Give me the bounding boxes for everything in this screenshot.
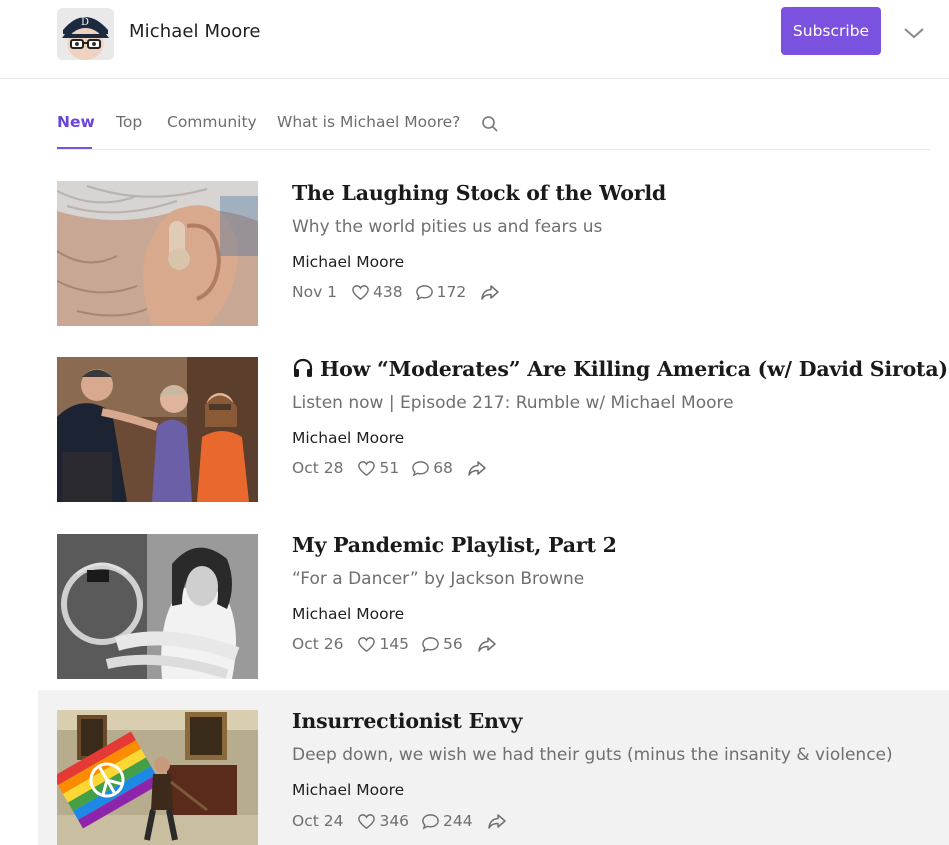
comment-count: 56 [443,635,463,653]
post-author[interactable]: Michael Moore [292,429,404,447]
post-title[interactable]: My Pandemic Playlist, Part 2 [292,533,617,557]
svg-text:D: D [81,17,89,28]
post-meta: Nov 1 438 172 [292,281,500,303]
active-tab-indicator [57,147,92,149]
share-icon[interactable] [477,634,497,654]
like-count: 145 [379,635,410,653]
post-title[interactable]: How “Moderates” Are Killing America (w/ … [292,357,948,381]
post-item[interactable]: The Laughing Stock of the World Why the … [38,170,949,345]
post-date: Oct 24 [292,812,344,830]
post-title[interactable]: The Laughing Stock of the World [292,181,666,205]
heart-icon[interactable] [357,812,376,831]
subscribe-button[interactable]: Subscribe [781,7,881,55]
comment-icon[interactable] [411,459,430,478]
headphones-icon [293,358,313,377]
post-title[interactable]: Insurrectionist Envy [292,709,522,733]
like-count: 438 [373,283,403,301]
comment-icon[interactable] [421,635,440,654]
chevron-down-icon[interactable] [902,24,926,42]
post-meta: Oct 28 51 68 [292,457,487,479]
post-subtitle[interactable]: Why the world pities us and fears us [292,217,602,237]
post-thumbnail[interactable] [57,710,258,845]
post-item[interactable]: My Pandemic Playlist, Part 2 “For a Danc… [38,522,949,697]
share-icon[interactable] [467,458,487,478]
post-thumbnail[interactable] [57,357,258,502]
post-meta: Oct 26 145 56 [292,633,497,655]
tab-about[interactable]: What is Michael Moore? [277,113,460,131]
post-item[interactable]: How “Moderates” Are Killing America (w/ … [38,346,949,521]
publication-avatar[interactable]: D [57,8,114,60]
comment-count: 68 [433,459,453,477]
post-meta: Oct 24 346 244 [292,810,507,832]
tab-top[interactable]: Top [116,113,142,131]
post-date: Oct 28 [292,459,344,477]
post-thumbnail[interactable] [57,534,258,679]
share-icon[interactable] [487,811,507,831]
publication-name[interactable]: Michael Moore [129,21,261,42]
comment-icon[interactable] [415,283,434,302]
site-header: D Michael Moore Subscribe [0,0,949,79]
comment-icon[interactable] [421,812,440,831]
post-subtitle[interactable]: Deep down, we wish we had their guts (mi… [292,745,893,765]
search-icon[interactable] [481,115,499,133]
tab-community[interactable]: Community [167,113,257,131]
post-subtitle[interactable]: “For a Dancer” by Jackson Browne [292,569,584,589]
like-count: 346 [379,812,410,830]
heart-icon[interactable] [357,635,376,654]
post-tabs: New Top Community What is Michael Moore? [57,98,930,150]
post-subtitle[interactable]: Listen now | Episode 217: Rumble w/ Mich… [292,393,734,413]
share-icon[interactable] [480,282,500,302]
post-author[interactable]: Michael Moore [292,605,404,623]
post-date: Nov 1 [292,283,338,301]
post-author[interactable]: Michael Moore [292,781,404,799]
heart-icon[interactable] [351,283,370,302]
post-author[interactable]: Michael Moore [292,253,404,271]
comment-count: 244 [443,812,473,830]
post-date: Oct 26 [292,635,344,653]
comment-count: 172 [436,283,467,301]
post-thumbnail[interactable] [57,181,258,326]
post-title-text[interactable]: How “Moderates” Are Killing America (w/ … [320,357,948,381]
post-item[interactable]: Insurrectionist Envy Deep down, we wish … [38,690,949,845]
tab-new[interactable]: New [57,113,95,131]
heart-icon[interactable] [357,459,376,478]
like-count: 51 [379,459,400,477]
